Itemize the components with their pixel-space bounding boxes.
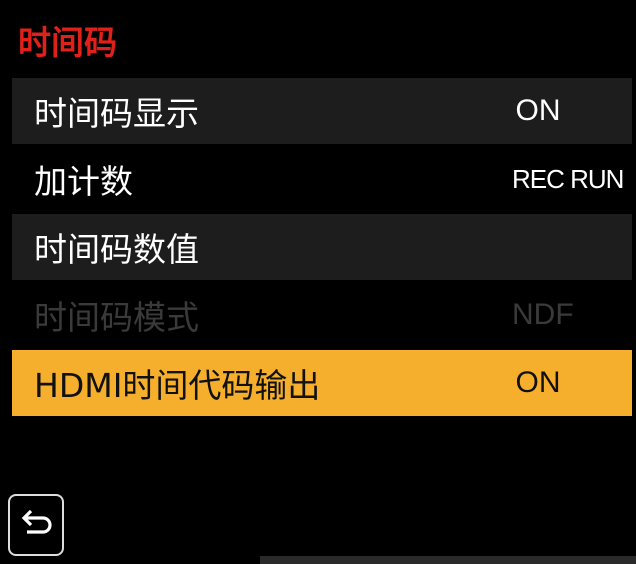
menu-item-timecode-value[interactable]: 时间码数值: [12, 214, 632, 280]
bottom-bar: [260, 556, 636, 564]
back-button[interactable]: [8, 494, 64, 556]
menu-item-value: ON: [515, 366, 561, 399]
menu-item-count-up[interactable]: 加计数 REC RUN: [12, 146, 632, 212]
menu-item-label: 加计数: [34, 162, 133, 201]
menu-item-value: REC RUN: [512, 163, 624, 194]
menu-item-label: HDMI时间代码输出: [34, 366, 321, 405]
menu-title: 时间码: [18, 23, 117, 62]
menu-item-label: 时间码模式: [34, 298, 199, 337]
menu-item-label: 时间码数值: [34, 230, 199, 269]
back-arrow-icon: [21, 509, 52, 534]
menu-item-label: 时间码显示: [34, 94, 199, 133]
menu-item-value: ON: [515, 94, 561, 127]
menu-item-timecode-display[interactable]: 时间码显示 ON: [12, 78, 632, 144]
menu-item-hdmi-timecode-output[interactable]: HDMI时间代码输出 ON: [12, 350, 632, 416]
menu-item-timecode-mode: 时间码模式 NDF: [12, 282, 632, 348]
menu-item-value: NDF: [512, 298, 574, 331]
